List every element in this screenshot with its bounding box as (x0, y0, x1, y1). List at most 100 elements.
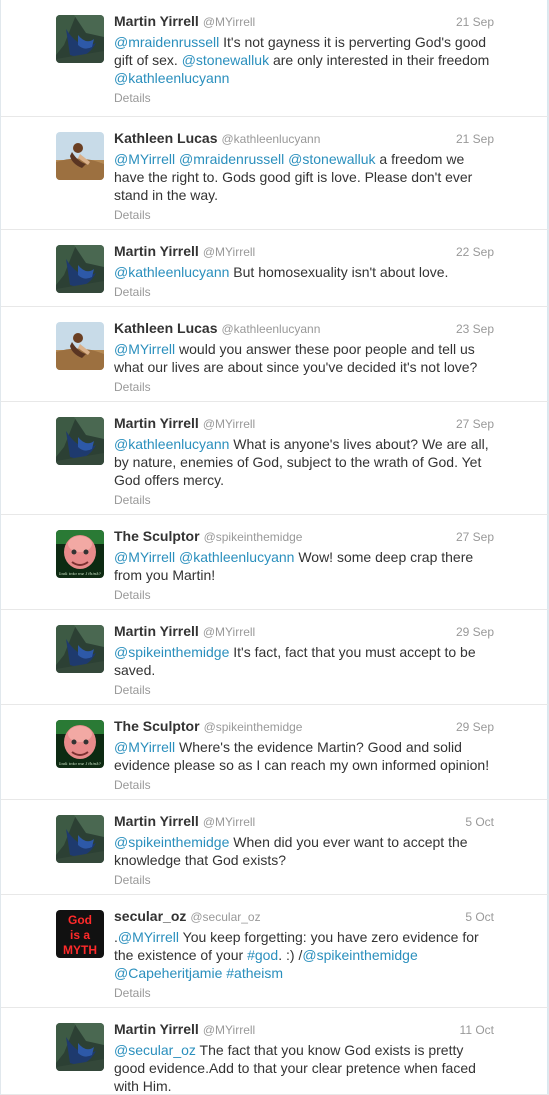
tweet-timestamp[interactable]: 11 Oct (460, 1023, 494, 1037)
author-fullname[interactable]: The Sculptor (114, 528, 200, 544)
tweet-timestamp[interactable]: 5 Oct (465, 815, 494, 829)
tweet-item[interactable]: Martin Yirrell @MYirrell 22 Sep @kathleenlu… (1, 230, 548, 307)
mention-link[interactable]: @kathleenlucyann (114, 436, 229, 452)
hashtag-link[interactable]: #god (247, 947, 278, 963)
tweet-timestamp[interactable]: 27 Sep (456, 417, 494, 431)
author-username[interactable]: @MYirrell (203, 15, 255, 29)
author-username[interactable]: @MYirrell (203, 417, 255, 431)
avatar[interactable] (56, 1023, 104, 1071)
avatar[interactable] (56, 15, 104, 63)
mention-link[interactable]: @mraidenrussell (179, 151, 284, 167)
mention-link[interactable]: @MYirrell (118, 929, 179, 945)
tweet-item[interactable]: Martin Yirrell @MYirrell 21 Sep @mraidenrus… (1, 0, 548, 117)
author-username[interactable]: @kathleenlucyann (221, 132, 320, 146)
tweet-item[interactable]: God is a MYTH secular_oz @secular_oz 5 Oct.… (1, 895, 548, 1008)
tweet-content: Martin Yirrell @MYirrell 29 Sep @spikeinthe… (114, 623, 494, 699)
tweet-item[interactable]: Martin Yirrell @MYirrell 11 Oct @secular_oz… (1, 1008, 548, 1095)
avatar[interactable] (56, 815, 104, 863)
tweet-header: Martin Yirrell @MYirrell 11 Oct (114, 1021, 494, 1041)
author-fullname[interactable]: The Sculptor (114, 718, 200, 734)
tweet-header: Martin Yirrell @MYirrell 5 Oct (114, 813, 494, 833)
mention-link[interactable]: @spikeinthemidge (114, 644, 229, 660)
author-username[interactable]: @MYirrell (203, 815, 255, 829)
author-fullname[interactable]: Martin Yirrell (114, 415, 199, 431)
tweet-content: secular_oz @secular_oz 5 Oct .@MYirrell You… (114, 908, 494, 1002)
tweet-item[interactable]: look into me I think? The Sculptor @spikei… (1, 705, 548, 800)
author-username[interactable]: @MYirrell (203, 625, 255, 639)
avatar[interactable] (56, 245, 104, 293)
avatar[interactable] (56, 625, 104, 673)
tweet-item[interactable]: Martin Yirrell @MYirrell 29 Sep @spikeinthe… (1, 610, 548, 705)
mention-link[interactable]: @kathleenlucyann (179, 549, 294, 565)
tweet-timestamp[interactable]: 22 Sep (456, 245, 494, 259)
avatar[interactable]: look into me I think? (56, 720, 104, 768)
tweet-content: The Sculptor @spikeinthemidge 29 Sep @MYirr… (114, 718, 494, 794)
mention-link[interactable]: @stonewalluk (288, 151, 375, 167)
mention-link[interactable]: @mraidenrussell (114, 34, 219, 50)
tweet-timestamp[interactable]: 29 Sep (456, 720, 494, 734)
tweet-text: @spikeinthemidge When did you ever want … (114, 833, 494, 869)
mention-link[interactable]: @stonewalluk (182, 52, 269, 68)
author-username[interactable]: @spikeinthemidge (204, 720, 303, 734)
tweet-header: The Sculptor @spikeinthemidge 29 Sep (114, 718, 494, 738)
tweet-item[interactable]: Kathleen Lucas @kathleenlucyann 23 Sep @MYi… (1, 307, 548, 402)
author-fullname[interactable]: Martin Yirrell (114, 813, 199, 829)
details-link[interactable]: Details (114, 873, 151, 887)
tweet-header: Kathleen Lucas @kathleenlucyann 21 Sep (114, 130, 494, 150)
details-link[interactable]: Details (114, 778, 151, 792)
mention-link[interactable]: @spikeinthemidge (302, 947, 417, 963)
mention-link[interactable]: @secular_oz (114, 1042, 196, 1058)
tweet-timestamp[interactable]: 21 Sep (456, 132, 494, 146)
author-username[interactable]: @kathleenlucyann (221, 322, 320, 336)
details-link[interactable]: Details (114, 986, 151, 1000)
author-username[interactable]: @spikeinthemidge (204, 530, 303, 544)
details-link[interactable]: Details (114, 91, 151, 105)
avatar[interactable] (56, 417, 104, 465)
mention-link[interactable]: @Capeheritjamie (114, 965, 222, 981)
tweet-text: .@MYirrell You keep forgetting: you have… (114, 928, 494, 982)
tweet-item[interactable]: Kathleen Lucas @kathleenlucyann 21 Sep @MYi… (1, 117, 548, 230)
author-username[interactable]: @MYirrell (203, 1023, 255, 1037)
mention-link[interactable]: @MYirrell (114, 739, 175, 755)
author-fullname[interactable]: Martin Yirrell (114, 1021, 199, 1037)
mention-link[interactable]: @MYirrell (114, 549, 175, 565)
details-link[interactable]: Details (114, 380, 151, 394)
tweet-header: secular_oz @secular_oz 5 Oct (114, 908, 494, 928)
tweet-timestamp[interactable]: 27 Sep (456, 530, 494, 544)
author-fullname[interactable]: Kathleen Lucas (114, 320, 217, 336)
tweet-timeline: Martin Yirrell @MYirrell 21 Sep @mraidenrus… (0, 0, 549, 1095)
avatar[interactable]: look into me I think? (56, 530, 104, 578)
details-link[interactable]: Details (114, 208, 151, 222)
details-link[interactable]: Details (114, 588, 151, 602)
mention-link[interactable]: @kathleenlucyann (114, 264, 229, 280)
tweet-item[interactable]: Martin Yirrell @MYirrell 5 Oct @spikeinthem… (1, 800, 548, 895)
mention-link[interactable]: @MYirrell (114, 151, 175, 167)
tweet-timestamp[interactable]: 29 Sep (456, 625, 494, 639)
avatar[interactable] (56, 132, 104, 180)
author-fullname[interactable]: Kathleen Lucas (114, 130, 217, 146)
details-link[interactable]: Details (114, 683, 151, 697)
details-link[interactable]: Details (114, 493, 151, 507)
tweet-timestamp[interactable]: 5 Oct (465, 910, 494, 924)
author-fullname[interactable]: Martin Yirrell (114, 243, 199, 259)
author-fullname[interactable]: Martin Yirrell (114, 13, 199, 29)
mention-link[interactable]: @spikeinthemidge (114, 834, 229, 850)
avatar[interactable] (56, 322, 104, 370)
author-fullname[interactable]: Martin Yirrell (114, 623, 199, 639)
author-fullname[interactable]: secular_oz (114, 908, 186, 924)
mention-link[interactable]: @MYirrell (114, 341, 175, 357)
avatar-caption: look into me I think? (59, 571, 102, 576)
tweet-item[interactable]: look into me I think? The Sculptor @spikei… (1, 515, 548, 610)
tweet-item[interactable]: Martin Yirrell @MYirrell 27 Sep @kathleenlu… (1, 402, 548, 515)
author-username[interactable]: @MYirrell (203, 245, 255, 259)
author-username[interactable]: @secular_oz (190, 910, 260, 924)
tweet-text: @MYirrell Where's the evidence Martin? G… (114, 738, 494, 774)
tweet-timestamp[interactable]: 23 Sep (456, 322, 494, 336)
avatar[interactable]: God is a MYTH (56, 910, 104, 958)
tweet-text-segment: . :) / (278, 947, 303, 963)
hashtag-link[interactable]: #atheism (226, 965, 283, 981)
tweet-timestamp[interactable]: 21 Sep (456, 15, 494, 29)
mention-link[interactable]: @kathleenlucyann (114, 70, 229, 86)
details-link[interactable]: Details (114, 285, 151, 299)
tweet-content: Kathleen Lucas @kathleenlucyann 23 Sep @MYi… (114, 320, 494, 396)
